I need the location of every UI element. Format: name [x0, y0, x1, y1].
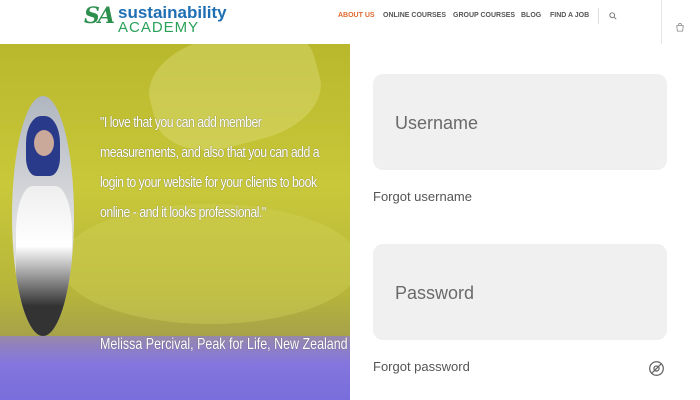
- testimonial-hero: "I love that you can add member measurem…: [0, 44, 350, 400]
- search-icon[interactable]: [609, 12, 617, 20]
- nav-item-group-courses[interactable]: GROUP COURSES: [453, 12, 515, 19]
- cart-icon[interactable]: [676, 23, 684, 32]
- testimonial-quote: "I love that you can add member measurem…: [100, 114, 320, 221]
- site-logo[interactable]: SA sustainability ACADEMY: [84, 3, 227, 36]
- header-divider: [661, 0, 662, 44]
- logo-mark: SA: [84, 3, 115, 29]
- testimonial-author: Melissa Percival, Peak for Life, New Zea…: [100, 336, 348, 353]
- logo-line2: ACADEMY: [118, 19, 200, 36]
- eye-slash-icon[interactable]: [648, 360, 665, 377]
- site-header: SA sustainability ACADEMY ABOUT US ONLIN…: [0, 0, 700, 44]
- nav-item-about-us[interactable]: ABOUT US: [338, 12, 375, 19]
- username-field[interactable]: [373, 74, 667, 170]
- password-field[interactable]: [373, 244, 667, 340]
- forgot-username-link[interactable]: Forgot username: [373, 189, 472, 204]
- testimonial-avatar: [12, 96, 74, 336]
- nav-item-blog[interactable]: BLOG: [521, 12, 541, 19]
- forgot-password-link[interactable]: Forgot password: [373, 359, 470, 374]
- nav-item-online-courses[interactable]: ONLINE COURSES: [383, 12, 446, 19]
- password-input[interactable]: [393, 274, 647, 312]
- username-input[interactable]: [393, 104, 647, 142]
- nav-item-find-a-job[interactable]: FIND A JOB: [550, 12, 589, 19]
- nav-divider: [598, 8, 599, 24]
